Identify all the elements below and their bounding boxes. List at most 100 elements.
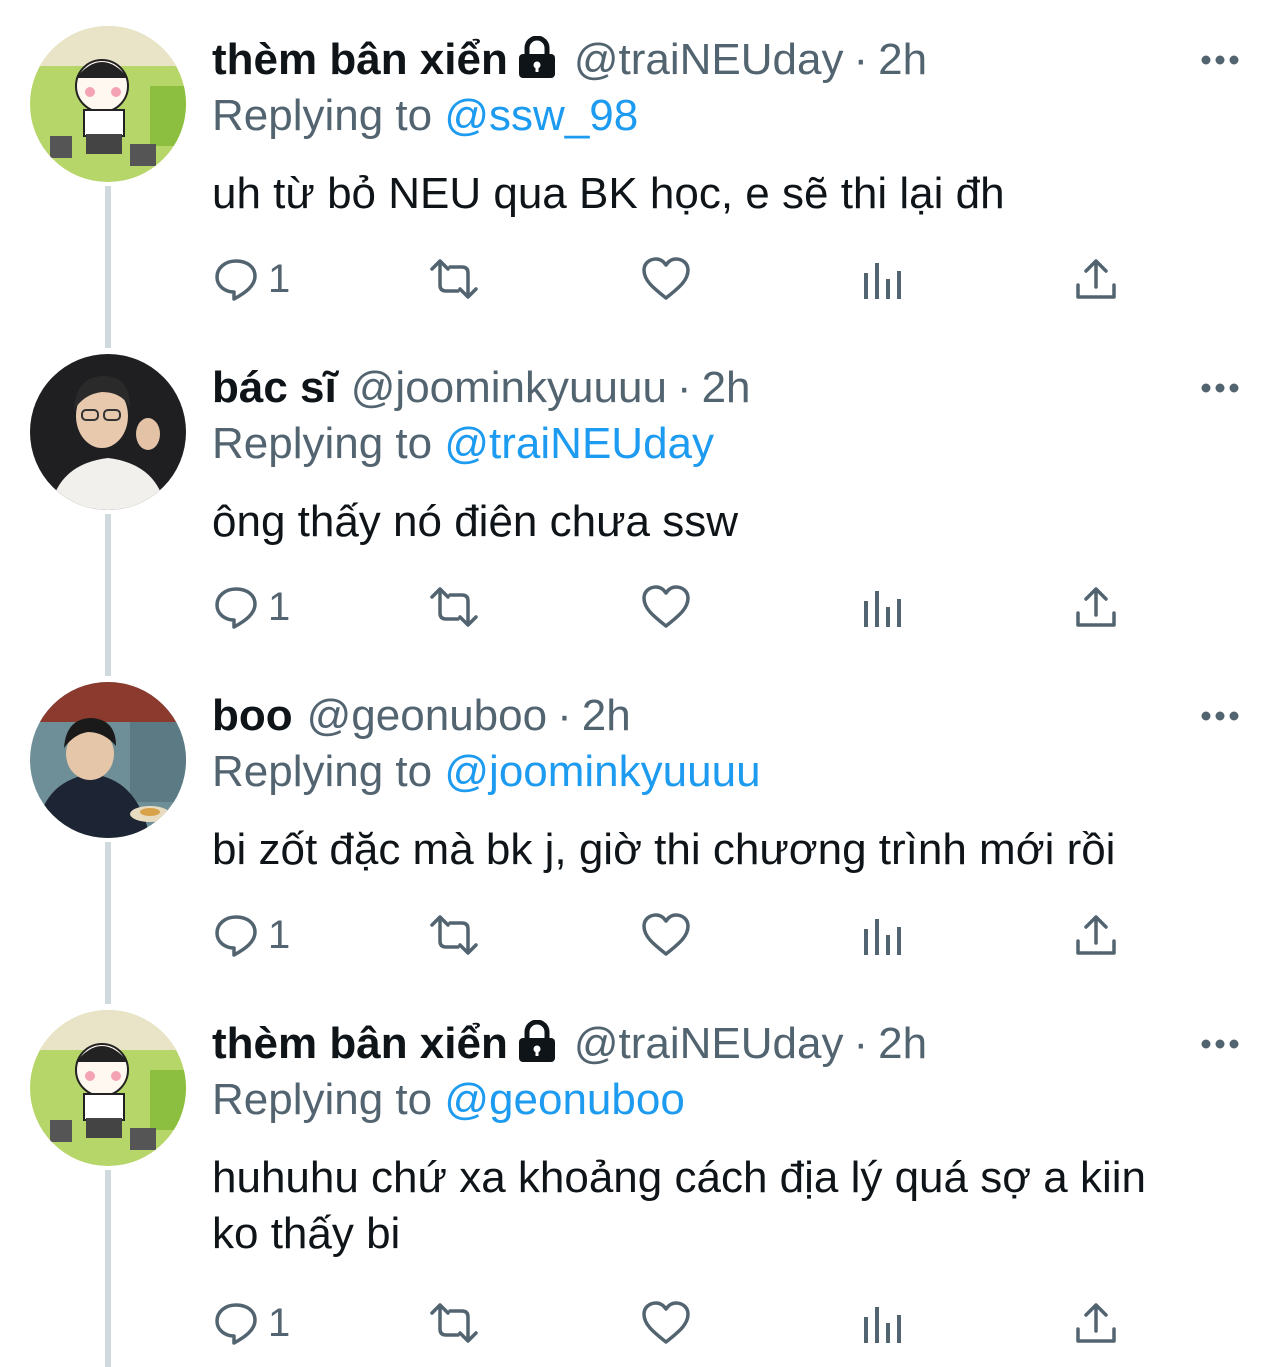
timestamp[interactable]: 2h — [878, 1019, 927, 1068]
separator-dot: · — [853, 35, 869, 84]
eating-photo-avatar — [30, 682, 186, 838]
share-button[interactable] — [1072, 254, 1120, 304]
reply-icon — [215, 915, 257, 957]
tweet-header: thèm bân xiển @traiNEUday · 2h — [212, 34, 927, 86]
retweet-button[interactable] — [426, 582, 482, 632]
replying-to-label: Replying to — [212, 1075, 433, 1124]
more-options-icon[interactable] — [1198, 368, 1242, 408]
timestamp[interactable]: 2h — [582, 691, 631, 740]
heart-icon — [642, 913, 690, 956]
avatar[interactable] — [30, 1010, 186, 1166]
tweet-header: thèm bân xiển @traiNEUday · 2h — [212, 1018, 927, 1070]
timestamp[interactable]: 2h — [878, 35, 927, 84]
action-bar: 1 — [212, 1298, 1132, 1348]
analytics-button[interactable] — [860, 254, 904, 304]
reply-button[interactable]: 1 — [212, 910, 290, 960]
replying-to: Replying to @geonuboo — [212, 1074, 685, 1126]
action-bar: 1 — [212, 582, 1132, 632]
retweet-icon — [430, 1303, 478, 1343]
reply-mention-link[interactable]: @ssw_98 — [444, 91, 638, 140]
tweet-text: huhuhu chứ xa khoảng cách địa lý quá sợ … — [212, 1153, 1147, 1258]
reply-icon — [215, 1303, 257, 1345]
tweet-header: boo @geonuboo · 2h — [212, 690, 631, 742]
username[interactable]: @traiNEUday — [574, 35, 844, 84]
separator-dot: · — [853, 1019, 869, 1068]
reply-button[interactable]: 1 — [212, 582, 290, 632]
reply-count: 1 — [268, 912, 291, 957]
more-options-icon[interactable] — [1198, 1024, 1242, 1064]
share-icon — [1076, 1303, 1116, 1343]
heart-icon — [642, 1301, 690, 1344]
like-button[interactable] — [640, 910, 692, 960]
tweet-text: bi zốt đặc mà bk j, giờ thi chương trình… — [212, 825, 1116, 874]
analytics-button[interactable] — [860, 582, 904, 632]
reply-button[interactable]: 1 — [212, 1298, 290, 1348]
reply-mention-link[interactable]: @traiNEUday — [444, 419, 714, 468]
username[interactable]: @traiNEUday — [574, 1019, 844, 1068]
replying-to-label: Replying to — [212, 91, 433, 140]
replying-to: Replying to @joominkyuuuu — [212, 746, 761, 798]
man-photo-avatar — [30, 354, 186, 510]
analytics-icon — [864, 1307, 901, 1343]
tweet-text: uh từ bỏ NEU qua BK học, e sẽ thi lại đh — [212, 169, 1005, 218]
analytics-button[interactable] — [860, 1298, 904, 1348]
replying-to: Replying to @ssw_98 — [212, 90, 638, 142]
timestamp[interactable]: 2h — [702, 363, 751, 412]
tweet-text: ông thấy nó điên chưa ssw — [212, 497, 739, 546]
share-icon — [1076, 587, 1116, 627]
analytics-icon — [864, 591, 901, 627]
avatar[interactable] — [30, 682, 186, 838]
display-name[interactable]: boo — [212, 691, 293, 740]
avatar[interactable] — [30, 354, 186, 510]
like-button[interactable] — [640, 254, 692, 304]
tweet[interactable]: thèm bân xiển @traiNEUday · 2h Replying to … — [0, 984, 1284, 1367]
tweet[interactable]: bác sĩ @joominkyuuuu · 2h Replying to @trai… — [0, 328, 1284, 658]
separator-dot: · — [676, 363, 692, 412]
heart-icon — [642, 257, 690, 300]
share-button[interactable] — [1072, 1298, 1120, 1348]
display-name[interactable]: bác sĩ — [212, 363, 337, 412]
reply-mention-link[interactable]: @joominkyuuuu — [444, 747, 760, 796]
analytics-button[interactable] — [860, 910, 904, 960]
tweet[interactable]: boo @geonuboo · 2h Replying to @joominkyuuu… — [0, 656, 1284, 986]
avatar[interactable] — [30, 26, 186, 182]
retweet-button[interactable] — [426, 1298, 482, 1348]
separator-dot: · — [557, 691, 572, 740]
analytics-icon — [864, 263, 901, 299]
tweet-header: bác sĩ @joominkyuuuu · 2h — [212, 362, 751, 414]
cartoon-boy-avatar — [30, 26, 186, 182]
like-button[interactable] — [640, 1298, 692, 1348]
replying-to: Replying to @traiNEUday — [212, 418, 714, 470]
retweet-button[interactable] — [426, 910, 482, 960]
reply-mention-link[interactable]: @geonuboo — [444, 1075, 684, 1124]
username[interactable]: @joominkyuuuu — [351, 363, 667, 412]
more-options-icon[interactable] — [1198, 40, 1242, 80]
replying-to-label: Replying to — [212, 747, 433, 796]
retweet-icon — [430, 259, 478, 299]
action-bar: 1 — [212, 254, 1132, 304]
analytics-icon — [864, 919, 901, 955]
more-options-icon[interactable] — [1198, 696, 1242, 736]
heart-icon — [642, 585, 690, 628]
username[interactable]: @geonuboo — [307, 691, 547, 740]
retweet-icon — [430, 587, 478, 627]
tweet[interactable]: thèm bân xiển @traiNEUday · 2h Replying to … — [0, 0, 1284, 330]
like-button[interactable] — [640, 582, 692, 632]
cartoon-boy-avatar — [30, 1010, 186, 1166]
action-bar: 1 — [212, 910, 1132, 960]
retweet-icon — [430, 915, 478, 955]
share-icon — [1076, 915, 1116, 955]
reply-count: 1 — [268, 256, 291, 301]
share-icon — [1076, 259, 1116, 299]
reply-icon — [215, 259, 257, 301]
reply-icon — [215, 587, 257, 629]
replying-to-label: Replying to — [212, 419, 433, 468]
reply-count: 1 — [268, 584, 291, 629]
reply-button[interactable]: 1 — [212, 254, 290, 304]
share-button[interactable] — [1072, 910, 1120, 960]
retweet-button[interactable] — [426, 254, 482, 304]
share-button[interactable] — [1072, 582, 1120, 632]
display-name[interactable]: thèm bân xiển — [212, 35, 508, 84]
display-name[interactable]: thèm bân xiển — [212, 1019, 508, 1068]
lock-icon — [518, 36, 555, 78]
